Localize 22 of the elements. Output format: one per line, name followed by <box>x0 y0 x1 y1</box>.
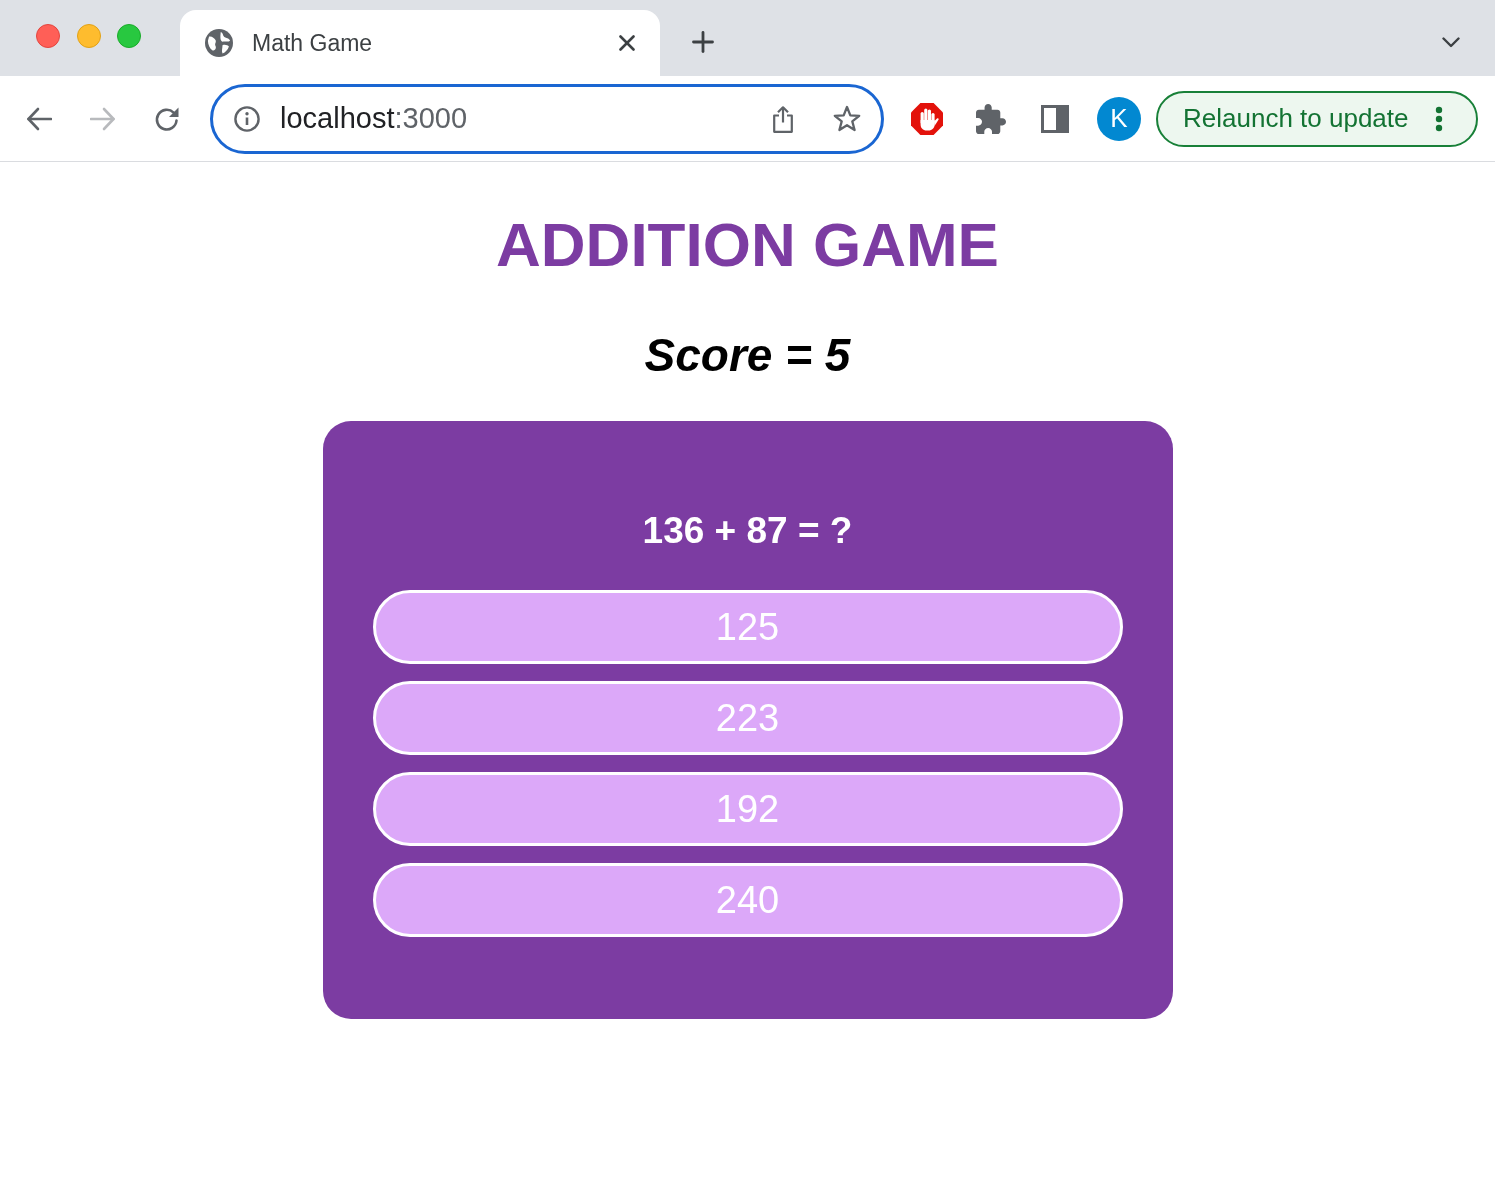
page-title: ADDITION GAME <box>496 209 999 281</box>
globe-icon <box>205 29 233 57</box>
star-icon[interactable] <box>833 105 861 132</box>
relaunch-button[interactable]: Relaunch to update <box>1156 90 1478 147</box>
plus-icon[interactable] <box>692 31 714 53</box>
reload-icon[interactable] <box>154 105 180 132</box>
browser-tab[interactable]: Math Game <box>180 10 660 76</box>
profile-button[interactable]: K <box>1097 96 1141 141</box>
address-field[interactable]: localhost:3000 <box>210 83 884 154</box>
hand-stop-icon[interactable] <box>911 102 943 135</box>
info-icon[interactable] <box>234 105 260 132</box>
side-panel-icon[interactable] <box>1041 104 1069 133</box>
puzzle-icon[interactable] <box>976 103 1006 134</box>
share-icon[interactable] <box>772 104 794 133</box>
back-arrow-icon[interactable] <box>26 106 52 131</box>
score-text: Score = 5 <box>644 328 851 383</box>
window-close-icon[interactable] <box>36 24 60 48</box>
more-options-icon[interactable] <box>1434 105 1443 132</box>
close-icon[interactable] <box>619 35 635 51</box>
question-text: 136 + 87 = ? <box>642 509 853 553</box>
url-text: localhost:3000 <box>280 102 469 135</box>
chevron-down-icon[interactable] <box>1442 36 1460 48</box>
